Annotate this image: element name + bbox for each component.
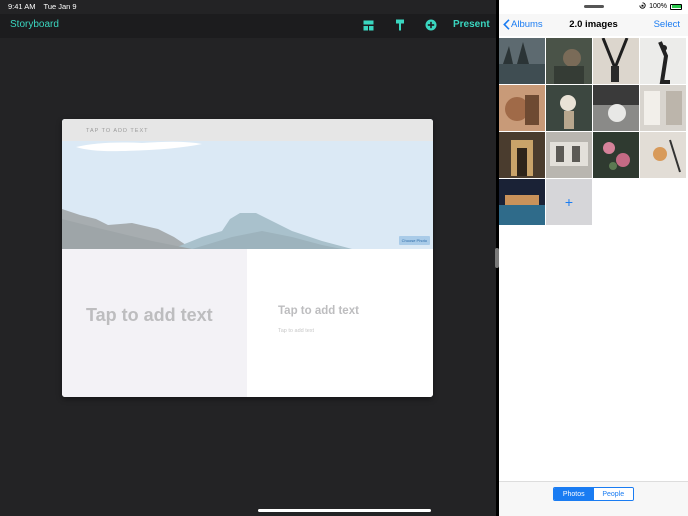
right-text-panel[interactable]: Tap to add text Tap to add text (247, 249, 433, 397)
photo-placeholder[interactable]: TAP TO ADD TEXT Choose Photo (62, 119, 433, 249)
segment-photos[interactable]: Photos (554, 488, 594, 500)
photo-thumbnail[interactable] (593, 132, 639, 178)
battery-icon (670, 3, 682, 10)
add-circle-icon[interactable] (424, 18, 438, 32)
photo-thumbnail[interactable] (499, 132, 545, 178)
status-date: Tue Jan 9 (43, 2, 77, 11)
photo-thumbnail[interactable] (499, 85, 545, 131)
photo-thumbnail[interactable] (640, 38, 686, 84)
top-text-placeholder: TAP TO ADD TEXT (86, 128, 149, 134)
photos-app: 100% Albums 2.0 images Select + Photos P… (499, 0, 688, 516)
screen: 9:41 AM Tue Jan 9 Storyboard Present TAP… (0, 0, 688, 516)
top-text-bar[interactable]: TAP TO ADD TEXT (62, 119, 433, 141)
photo-thumbnail[interactable] (593, 85, 639, 131)
photos-tab-bar: Photos People (499, 481, 688, 516)
photos-nav-bar: Albums 2.0 images Select (499, 14, 688, 36)
select-button[interactable]: Select (654, 19, 680, 30)
photo-thumbnail[interactable] (499, 38, 545, 84)
segment-people[interactable]: People (593, 488, 633, 500)
right-subtitle-placeholder: Tap to add text (278, 328, 315, 334)
home-indicator[interactable] (258, 509, 431, 512)
photos-people-segmented-control: Photos People (553, 487, 634, 501)
storyboard-back-button[interactable]: Storyboard (10, 19, 59, 30)
status-time: 9:41 AM (8, 2, 36, 11)
photo-thumbnail[interactable] (640, 85, 686, 131)
photo-thumbnail[interactable] (546, 132, 592, 178)
photo-thumbnail[interactable] (546, 85, 592, 131)
status-bar-left: 9:41 AM Tue Jan 9 (8, 2, 77, 11)
photo-thumbnail[interactable] (546, 38, 592, 84)
brush-icon[interactable] (393, 18, 407, 32)
photo-thumbnail[interactable] (499, 179, 545, 225)
layout-icon[interactable] (361, 18, 375, 32)
add-photo-button[interactable]: + (546, 179, 592, 225)
present-button[interactable]: Present (453, 19, 490, 30)
status-bar-right: 100% (639, 2, 682, 11)
battery-percentage: 100% (649, 3, 667, 10)
left-text-placeholder: Tap to add text (86, 305, 213, 325)
storyboard-card: TAP TO ADD TEXT Choose Photo Tap to add … (62, 119, 433, 397)
left-text-panel[interactable]: Tap to add text (62, 249, 247, 397)
storyboard-nav-bar: Storyboard Present (0, 14, 496, 38)
slide-over-grabber[interactable] (584, 5, 604, 8)
storyboard-app: 9:41 AM Tue Jan 9 Storyboard Present TAP… (0, 0, 496, 516)
rotation-lock-icon (639, 2, 646, 11)
photo-thumbnail[interactable] (640, 132, 686, 178)
photo-thumbnail[interactable] (593, 37, 639, 84)
right-title-placeholder: Tap to add text (278, 305, 359, 317)
choose-photo-button[interactable]: Choose Photo (398, 236, 430, 245)
